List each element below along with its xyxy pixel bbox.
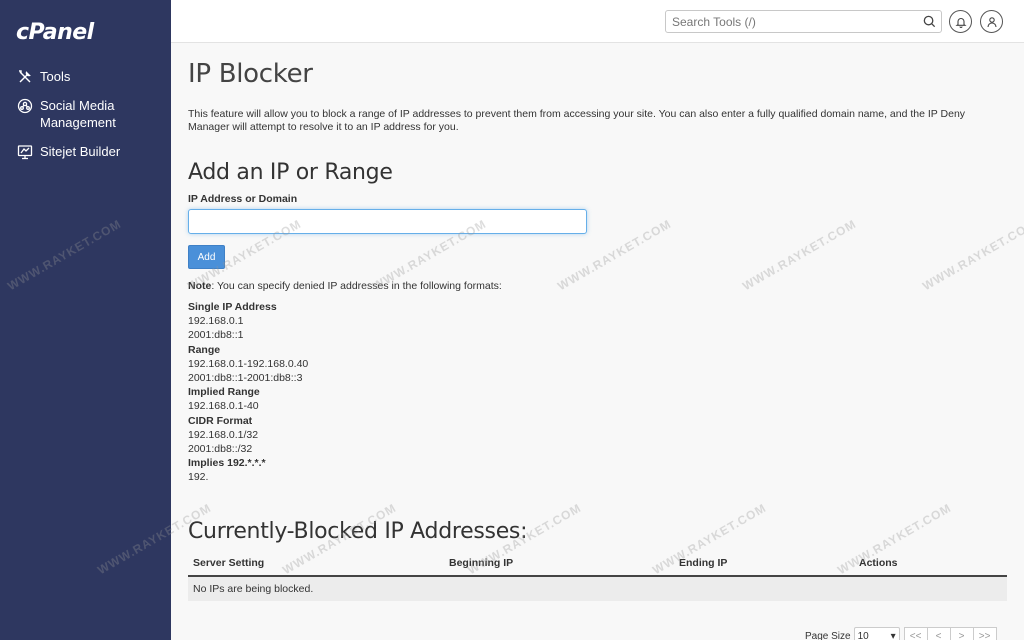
chevron-down-icon: ▾ [890,630,896,640]
format-title: Range [188,343,221,356]
bell-icon [954,17,967,28]
sidebar-item-sitejet[interactable]: Sitejet Builder [0,141,171,170]
format-example: 192. [188,471,209,484]
table-header: Server Setting Beginning IP Ending IP Ac… [188,551,1007,577]
social-media-icon [16,97,34,114]
page-size-label: Page Size [805,630,851,640]
watermark: WWW.RAYKET.COM [740,216,859,294]
sitejet-icon [16,143,34,160]
page-size-select[interactable]: 10 ▾ [853,627,900,640]
top-header [171,0,1024,43]
notifications-button[interactable] [949,10,972,33]
search-input[interactable] [666,11,906,32]
cpanel-logo[interactable]: cPanel [16,20,94,45]
column-ending-ip[interactable]: Ending IP [674,557,854,569]
search-icon[interactable] [922,14,937,29]
column-actions: Actions [859,557,898,569]
tools-icon [16,68,34,85]
page-size-value: 10 [857,630,869,640]
format-example: 192.168.0.1 [188,315,244,328]
format-example: 2001:db8::/32 [188,443,253,456]
sidebar-nav: Tools Social Media Management Sitejet Bu… [0,66,171,170]
pagination: Page Size 10 ▾ << < > >> [805,627,997,640]
format-list: Single IP Address 192.168.0.1 2001:db8::… [188,300,308,485]
format-title: Implies 192.*.*.* [188,457,266,470]
ip-field-label: IP Address or Domain [188,193,298,205]
blocked-section-heading: Currently-Blocked IP Addresses: [188,519,528,544]
sidebar-item-tools[interactable]: Tools [0,66,171,95]
sidebar: cPanel Tools Social Media Management Sit… [0,0,171,640]
search-box [665,10,942,33]
format-example: 192.168.0.1-192.168.0.40 [188,357,309,370]
format-example: 192.168.0.1/32 [188,428,259,441]
format-title: CIDR Format [188,414,253,427]
user-icon [986,16,997,27]
note-label: Note [188,280,212,292]
sidebar-item-label: Sitejet Builder [40,144,121,159]
format-example: 192.168.0.1-40 [188,400,259,413]
user-menu-button[interactable] [980,10,1003,33]
sidebar-item-label: Tools [40,69,71,84]
format-example: 2001:db8::1 [188,329,244,342]
prev-page-button[interactable]: < [926,627,951,640]
first-page-button[interactable]: << [903,627,928,640]
format-note: Note: You can specify denied IP addresse… [188,280,502,292]
ip-address-input[interactable] [188,209,587,234]
format-title: Implied Range [188,386,260,399]
table-row: No IPs are being blocked. [188,577,1007,601]
page-title: IP Blocker [188,59,313,89]
format-example: 2001:db8::1-2001:db8::3 [188,372,303,385]
note-text: : You can specify denied IP addresses in… [211,280,502,292]
last-page-button[interactable]: >> [972,627,997,640]
column-server-setting[interactable]: Server Setting [188,557,444,569]
sidebar-item-label: Social Media Management [40,98,116,130]
page-description: This feature will allow you to block a r… [188,108,966,133]
watermark: WWW.RAYKET.COM [920,216,1024,294]
add-section-heading: Add an IP or Range [188,160,393,185]
column-beginning-ip[interactable]: Beginning IP [444,557,674,569]
next-page-button[interactable]: > [949,627,974,640]
sidebar-item-social-media[interactable]: Social Media Management [0,95,171,141]
blocked-ips-table: Server Setting Beginning IP Ending IP Ac… [188,551,1007,601]
add-button[interactable]: Add [188,245,225,269]
empty-message: No IPs are being blocked. [193,583,314,595]
format-title: Single IP Address [188,301,277,313]
